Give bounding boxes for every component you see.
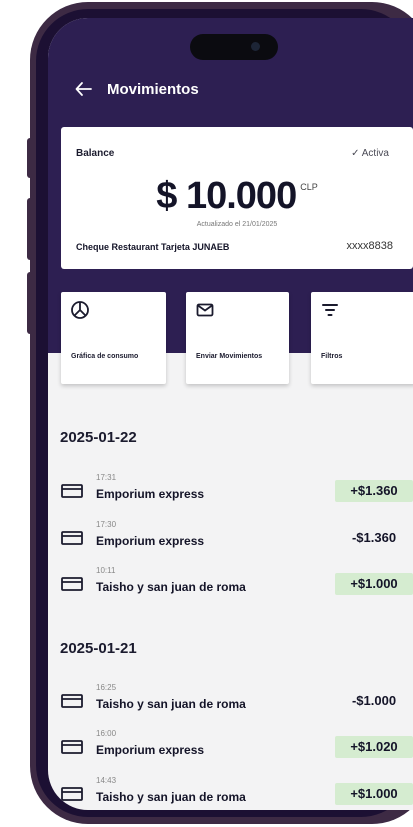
transaction-row[interactable]: 10:11 Taisho y san juan de roma +$1.000 <box>48 566 413 602</box>
card-icon <box>61 694 83 708</box>
transaction-amount: +$1.020 <box>335 736 413 758</box>
currency-label: CLP <box>300 182 318 192</box>
transaction-time: 17:31 <box>96 473 117 482</box>
phone-side-button <box>27 138 33 178</box>
camera-notch <box>190 34 278 60</box>
card-number: xxxx8838 <box>346 240 393 252</box>
transaction-amount: +$1.000 <box>335 783 413 805</box>
card-name: Cheque Restaurant Tarjeta JUNAEB <box>76 242 230 252</box>
transaction-time: 14:43 <box>96 776 117 785</box>
updated-date: Actualizado el 21/01/2025 <box>196 221 278 228</box>
back-arrow-icon[interactable] <box>74 79 94 99</box>
action-label: Enviar Movimientos <box>196 353 263 360</box>
top-bar: Movimientos <box>74 74 199 104</box>
card-icon <box>61 787 83 801</box>
phone-side-button <box>27 272 33 334</box>
card-icon <box>61 531 83 545</box>
action-label: Filtros <box>321 353 343 360</box>
envelope-icon <box>196 303 214 317</box>
transaction-row[interactable]: 17:31 Emporium express +$1.360 <box>48 473 413 509</box>
card-icon <box>61 484 83 498</box>
action-filters[interactable]: Filtros <box>311 292 413 384</box>
transaction-amount: +$1.000 <box>335 573 413 595</box>
balance-amount-row: $ 10.000 CLP <box>61 175 413 218</box>
transaction-time: 16:00 <box>96 729 117 738</box>
transaction-merchant: Taisho y san juan de roma <box>96 697 246 711</box>
balance-label: Balance <box>76 148 115 159</box>
app-screen: Movimientos Balance ✓ Activa $ 10.000 CLP… <box>48 18 413 810</box>
transaction-merchant: Emporium express <box>96 487 205 501</box>
phone-side-button <box>27 198 33 260</box>
filter-icon <box>322 304 338 316</box>
card-icon <box>61 577 83 591</box>
transaction-amount: -$1.360 <box>351 530 397 545</box>
transaction-amount: +$1.360 <box>335 480 413 502</box>
transaction-merchant: Taisho y san juan de roma <box>96 580 246 594</box>
balance-card: Balance ✓ Activa $ 10.000 CLP Actualizado… <box>61 127 413 269</box>
transaction-row[interactable]: 17:30 Emporium express -$1.360 <box>48 520 413 556</box>
action-send-movements[interactable]: Enviar Movimientos <box>186 292 289 384</box>
balance-amount: $ 10.000 <box>156 175 297 217</box>
transaction-time: 17:30 <box>96 520 117 529</box>
transaction-merchant: Emporium express <box>96 743 205 757</box>
transaction-time: 16:25 <box>96 683 117 692</box>
action-consumption-chart[interactable]: Gráfica de consumo <box>61 292 166 384</box>
transaction-amount: -$1.000 <box>351 693 397 708</box>
date-header: 2025-01-22 <box>60 429 137 446</box>
action-label: Gráfica de consumo <box>71 353 139 360</box>
transaction-row[interactable]: 16:25 Taisho y san juan de roma -$1.000 <box>48 683 413 719</box>
pie-chart-icon <box>71 301 89 319</box>
status-badge: ✓ Activa <box>351 148 389 159</box>
camera-icon <box>251 42 260 51</box>
transaction-merchant: Taisho y san juan de roma <box>96 790 246 804</box>
page-title: Movimientos <box>107 80 199 98</box>
transaction-time: 10:11 <box>96 566 116 575</box>
transaction-row[interactable]: 14:43 Taisho y san juan de roma +$1.000 <box>48 776 413 810</box>
transaction-merchant: Emporium express <box>96 534 205 548</box>
transaction-row[interactable]: 16:00 Emporium express +$1.020 <box>48 729 413 765</box>
date-header: 2025-01-21 <box>60 640 137 657</box>
card-icon <box>61 740 83 754</box>
